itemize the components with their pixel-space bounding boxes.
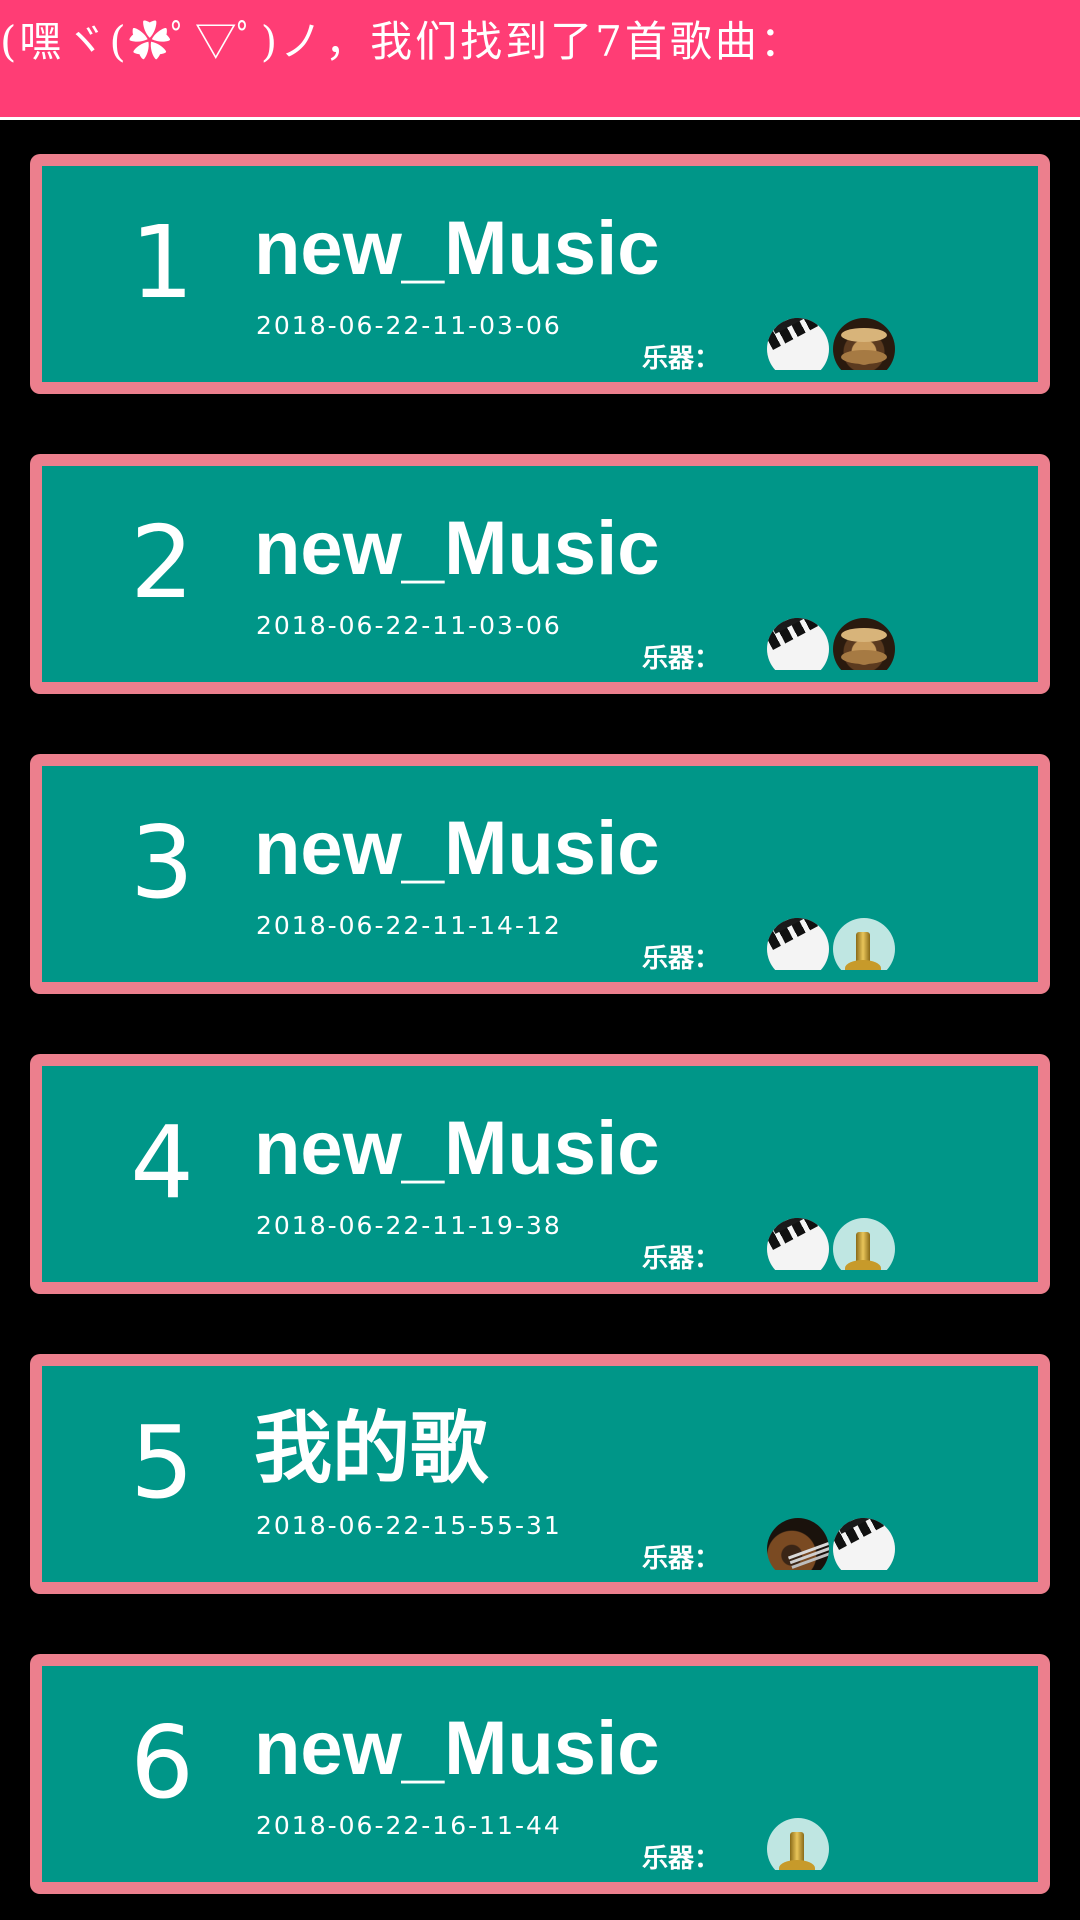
- song-card[interactable]: 4 new_Music 2018-06-22-11-19-38 乐器：: [30, 1054, 1050, 1294]
- guitar-icon: [767, 1518, 829, 1570]
- bell-icon: [767, 1818, 829, 1870]
- instrument-label: 乐器：: [642, 1544, 721, 1574]
- song-date: 2018-06-22-11-03-06: [256, 311, 562, 340]
- instrument-icons: [767, 1818, 829, 1870]
- song-card[interactable]: 1 new_Music 2018-06-22-11-03-06 乐器：: [30, 154, 1050, 394]
- instrument-label: 乐器：: [642, 1244, 721, 1274]
- bell-icon: [833, 1218, 895, 1270]
- piano-icon: [767, 618, 829, 670]
- song-title: new_Music: [254, 506, 660, 591]
- song-card[interactable]: 3 new_Music 2018-06-22-11-14-12 乐器：: [30, 754, 1050, 994]
- song-index: 6: [130, 1704, 194, 1821]
- instrument-icons: [767, 918, 895, 970]
- song-card[interactable]: 6 new_Music 2018-06-22-16-11-44 乐器：: [30, 1654, 1050, 1894]
- instrument-icons: [767, 1518, 895, 1570]
- instrument-label: 乐器：: [642, 944, 721, 974]
- instrument-label: 乐器：: [642, 344, 721, 374]
- drum-icon: [833, 618, 895, 670]
- song-index: 5: [130, 1404, 194, 1521]
- song-title: new_Music: [254, 1706, 660, 1791]
- song-date: 2018-06-22-16-11-44: [256, 1811, 562, 1840]
- song-title: new_Music: [254, 1106, 660, 1191]
- song-index: 1: [130, 204, 194, 321]
- instrument-icons: [767, 318, 895, 370]
- instrument-icons: [767, 1218, 895, 1270]
- piano-icon: [833, 1518, 895, 1570]
- song-title: 我的歌: [254, 1403, 489, 1494]
- bell-icon: [833, 918, 895, 970]
- instrument-label: 乐器：: [642, 1844, 721, 1874]
- song-date: 2018-06-22-11-14-12: [256, 911, 562, 940]
- song-date: 2018-06-22-11-19-38: [256, 1211, 562, 1240]
- piano-icon: [767, 318, 829, 370]
- song-title: new_Music: [254, 806, 660, 891]
- result-count-text: (嘿ヾ(✿ﾟ▽ﾟ)ノ，我们找到了7首歌曲：: [0, 17, 805, 66]
- piano-icon: [767, 1218, 829, 1270]
- song-title: new_Music: [254, 206, 660, 291]
- piano-icon: [767, 918, 829, 970]
- instrument-icons: [767, 618, 895, 670]
- song-index: 3: [130, 804, 194, 921]
- drum-icon: [833, 318, 895, 370]
- header-bar: (嘿ヾ(✿ﾟ▽ﾟ)ノ，我们找到了7首歌曲：: [0, 0, 1080, 120]
- instrument-label: 乐器：: [642, 644, 721, 674]
- song-index: 4: [130, 1104, 194, 1221]
- song-index: 2: [130, 504, 194, 621]
- song-date: 2018-06-22-11-03-06: [256, 611, 562, 640]
- song-card[interactable]: 5 我的歌 2018-06-22-15-55-31 乐器：: [30, 1354, 1050, 1594]
- song-card[interactable]: 2 new_Music 2018-06-22-11-03-06 乐器：: [30, 454, 1050, 694]
- song-date: 2018-06-22-15-55-31: [256, 1511, 562, 1540]
